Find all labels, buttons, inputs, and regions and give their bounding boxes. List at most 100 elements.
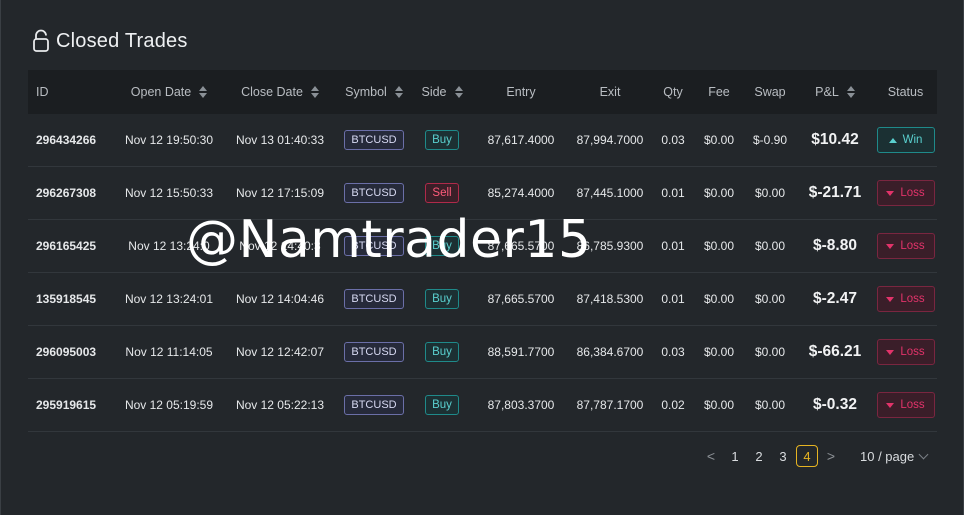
close-date: Nov 12 05:22:13 [235,398,325,412]
close-date-cell: Nov 12 14:04:46 [222,292,338,306]
page-title: Closed Trades [56,29,188,52]
swap: $0.00 [754,292,786,306]
pagination: < 1 2 3 4 > 10 / page [700,444,929,468]
status-badge: Loss [876,339,935,365]
sort-icon[interactable] [199,86,208,98]
swap-cell: $0.00 [744,345,796,359]
fee: $0.00 [703,186,735,200]
qty: 0.01 [661,292,685,306]
column-header-status: Status [887,85,924,99]
swap-cell: $-0.90 [744,133,796,147]
exit-cell: 87,994.7000 [568,133,652,147]
swap: $0.00 [754,186,786,200]
page-size-select[interactable]: 10 / page [860,448,929,464]
fee-cell: $0.00 [694,398,744,412]
symbol-tag: BTCUSD [344,342,404,362]
sort-icon[interactable] [454,86,463,98]
open-date: Nov 12 19:50:30 [124,133,214,147]
lock-icon [32,29,50,53]
column-header-close-date[interactable]: Close Date [222,70,338,114]
close-date: Nov 13 01:40:33 [235,133,325,147]
column-header-symbol[interactable]: Symbol [338,70,410,114]
entry-cell: 87,617.4000 [474,133,568,147]
qty-cell: 0.03 [652,133,694,147]
status-label: Loss [900,346,925,358]
status-cell: Loss [874,233,937,259]
entry-price: 85,274.4000 [487,186,555,200]
side-tag: Buy [425,289,459,309]
swap-cell: $0.00 [744,292,796,306]
swap-cell: $0.00 [744,398,796,412]
trade-id: 296095003 [36,345,97,359]
symbol-cell: BTCUSD [338,183,410,203]
next-page-button[interactable]: > [820,445,842,467]
fee-cell: $0.00 [694,186,744,200]
status-cell: Win [874,127,937,153]
page-3-button[interactable]: 3 [772,445,794,467]
side-cell: Buy [410,236,474,256]
symbol-cell: BTCUSD [338,289,410,309]
exit-price: 87,445.1000 [576,186,644,200]
prev-page-button[interactable]: < [700,445,722,467]
status-badge: Loss [876,233,935,259]
page-1-button[interactable]: 1 [724,445,746,467]
open-date: Nov 12 13:24:01 [124,292,214,306]
close-date-cell: Nov 12 12:42:07 [222,345,338,359]
column-header-swap: Swap [754,85,786,99]
trade-id-cell: 296434266 [28,133,116,147]
close-date: Nov 12 12:42:07 [235,345,325,359]
close-date: Nov 12 17:15:09 [235,186,325,200]
symbol-tag: BTCUSD [344,289,404,309]
close-date-cell: Nov 12 05:22:13 [222,398,338,412]
pnl-cell: $-66.21 [796,343,874,361]
fee-cell: $0.00 [694,239,744,253]
swap: $0.00 [754,239,786,253]
closed-trades-table: ID Open Date Close Date Symbol Side Entr… [28,70,937,432]
open-date-cell: Nov 12 15:50:33 [116,186,222,200]
side-cell: Buy [410,395,474,415]
table-row: 295919615 Nov 12 05:19:59 Nov 12 05:22:13 B… [28,379,937,432]
open-date-cell: Nov 12 13:24:01 [116,292,222,306]
column-header-side[interactable]: Side [410,70,474,114]
swap: $0.00 [754,345,786,359]
side-tag: Buy [425,130,459,150]
caret-down-icon [886,190,895,196]
pnl-value: $-8.80 [813,237,857,254]
fee: $0.00 [703,239,735,253]
open-date: Nov 12 13:24:0 [128,239,210,253]
exit-price: 87,787.1700 [576,398,644,412]
qty-cell: 0.01 [652,292,694,306]
column-header-exit: Exit [599,85,621,99]
sort-icon[interactable] [310,86,319,98]
entry-cell: 85,274.4000 [474,186,568,200]
caret-down-icon [886,402,895,408]
page-size-label: 10 / page [860,448,915,464]
exit-cell: 87,787.1700 [568,398,652,412]
side-tag: Buy [425,236,459,256]
column-header-open-date[interactable]: Open Date [116,70,222,114]
entry-cell: 88,591.7700 [474,345,568,359]
sort-icon[interactable] [846,86,855,98]
trade-id-cell: 135918545 [28,292,116,306]
column-header-id: ID [36,85,49,99]
panel-header: Closed Trades [32,27,188,55]
trade-id-cell: 296095003 [28,345,116,359]
trade-id: 296267308 [36,186,97,200]
status-badge: Win [876,127,935,153]
entry-price: 87,665.5700 [487,239,555,253]
status-cell: Loss [874,286,937,312]
page-4-button[interactable]: 4 [796,445,818,467]
table-header: ID Open Date Close Date Symbol Side Entr… [28,70,937,114]
trade-id: 296165425 [36,239,97,253]
sort-icon[interactable] [394,86,403,98]
page-2-button[interactable]: 2 [748,445,770,467]
trade-id: 296434266 [36,133,97,147]
swap-cell: $0.00 [744,186,796,200]
qty: 0.01 [661,239,685,253]
swap: $0.00 [754,398,786,412]
trade-id: 295919615 [36,398,97,412]
column-header-pnl[interactable]: P&L [796,70,874,114]
pnl-cell: $10.42 [796,131,874,149]
qty-cell: 0.03 [652,345,694,359]
chevron-down-icon [918,449,929,459]
